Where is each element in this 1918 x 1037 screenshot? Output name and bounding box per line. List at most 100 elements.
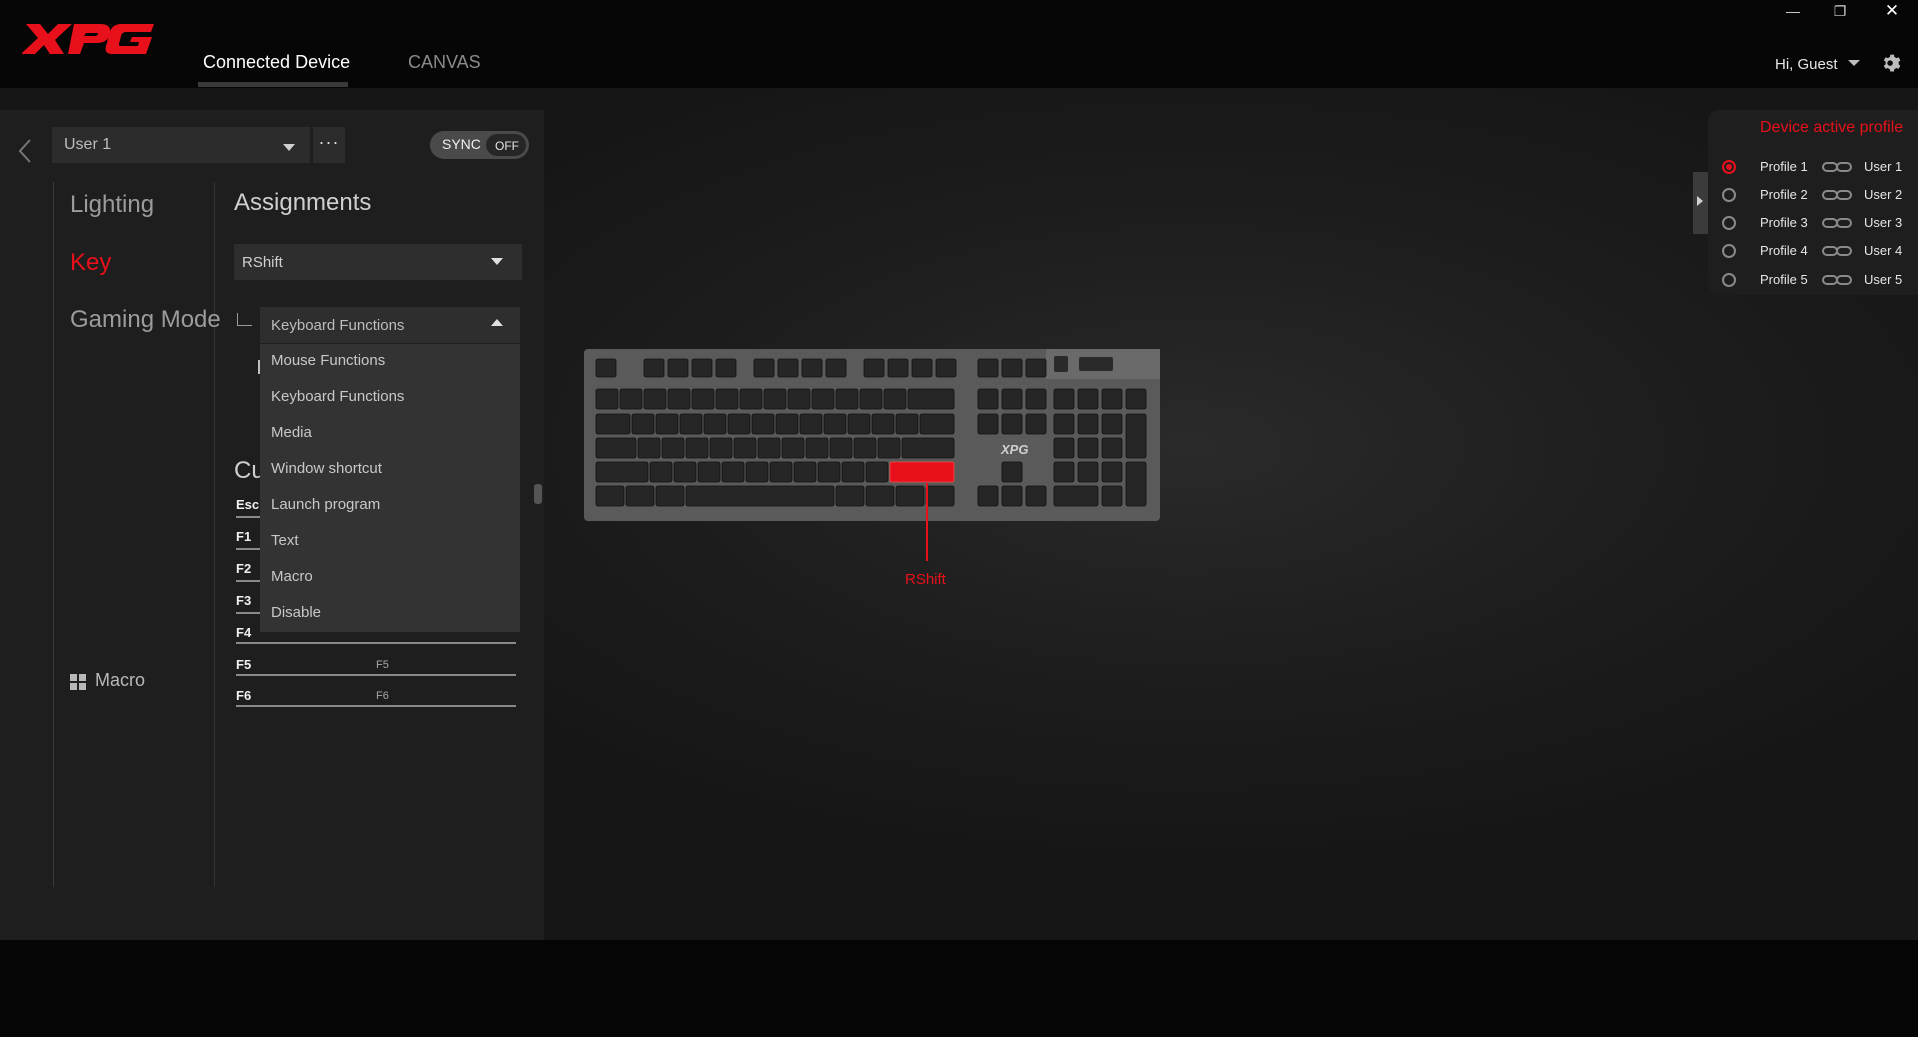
- keyboard-key[interactable]: [793, 461, 817, 483]
- profile-row[interactable]: Profile 2 User 2: [1720, 185, 1910, 205]
- menu-item-macro[interactable]: Macro: [271, 568, 313, 585]
- keyboard-key[interactable]: [777, 358, 799, 378]
- keyboard-key[interactable]: [835, 485, 865, 507]
- keyboard-key[interactable]: [1053, 461, 1075, 483]
- keyboard-key[interactable]: [631, 413, 655, 435]
- keyboard-key[interactable]: [1025, 413, 1047, 435]
- keyboard-key[interactable]: [1077, 413, 1099, 435]
- keyboard-key[interactable]: [769, 461, 793, 483]
- keyboard-key[interactable]: [1053, 388, 1075, 410]
- keyboard-key[interactable]: [619, 388, 643, 410]
- keyboard-key[interactable]: [853, 437, 877, 459]
- keyboard-key[interactable]: [595, 413, 631, 435]
- keyboard-key[interactable]: [673, 461, 697, 483]
- keyboard-key[interactable]: [745, 461, 769, 483]
- key-rshift-selected[interactable]: [889, 461, 955, 483]
- keyboard-key[interactable]: [679, 413, 703, 435]
- category-key[interactable]: Key: [70, 249, 111, 277]
- keyboard-key[interactable]: [595, 358, 617, 378]
- profile-row[interactable]: Profile 4 User 4: [1720, 241, 1910, 261]
- keyboard-key[interactable]: [865, 461, 889, 483]
- keyboard-key[interactable]: [781, 437, 805, 459]
- keyboard-key[interactable]: [817, 461, 841, 483]
- profile-row[interactable]: Profile 5 User 5: [1720, 270, 1910, 290]
- keyboard-key[interactable]: [1125, 413, 1147, 459]
- keyboard-key[interactable]: [1001, 388, 1023, 410]
- link-icon[interactable]: [1822, 188, 1852, 202]
- keyboard-key[interactable]: [1001, 358, 1023, 378]
- menu-item-mouse-functions[interactable]: Mouse Functions: [271, 352, 385, 369]
- keyboard-key[interactable]: [733, 437, 757, 459]
- keyboard-key[interactable]: [1077, 461, 1099, 483]
- keyboard-key[interactable]: [895, 413, 919, 435]
- keyboard-key[interactable]: [1101, 461, 1123, 483]
- keyboard-key[interactable]: [1101, 388, 1123, 410]
- radio-icon[interactable]: [1722, 273, 1736, 287]
- keyboard-key[interactable]: [901, 437, 955, 459]
- keyboard-key[interactable]: [595, 437, 637, 459]
- restore-icon[interactable]: ❐: [1822, 0, 1858, 22]
- profile-row[interactable]: Profile 3 User 3: [1720, 213, 1910, 233]
- keyboard-key[interactable]: [883, 388, 907, 410]
- tab-canvas[interactable]: CANVAS: [408, 52, 481, 73]
- mapping-row-key[interactable]: Esc: [236, 497, 259, 512]
- link-icon[interactable]: [1822, 216, 1852, 230]
- keyboard-key[interactable]: [709, 437, 733, 459]
- keyboard-key[interactable]: [685, 485, 835, 507]
- chevron-down-icon[interactable]: [1848, 60, 1860, 66]
- mapping-row-key[interactable]: F1: [236, 529, 251, 544]
- keyboard-key[interactable]: [977, 388, 999, 410]
- keyboard-key[interactable]: [1101, 485, 1123, 507]
- keyboard-key[interactable]: [871, 413, 895, 435]
- keyboard-key[interactable]: [697, 461, 721, 483]
- keyboard-key[interactable]: [637, 437, 661, 459]
- keyboard-key[interactable]: [919, 413, 955, 435]
- link-icon[interactable]: [1822, 273, 1852, 287]
- keyboard-key[interactable]: [667, 358, 689, 378]
- keyboard-key[interactable]: [799, 413, 823, 435]
- mapping-row-key[interactable]: F6: [236, 688, 251, 703]
- menu-item-launch-program[interactable]: Launch program: [271, 496, 380, 513]
- keyboard-key[interactable]: [595, 388, 619, 410]
- close-icon[interactable]: ✕: [1874, 0, 1910, 22]
- keyboard-key[interactable]: [877, 437, 901, 459]
- keyboard-key[interactable]: [1125, 388, 1147, 410]
- mapping-row-key[interactable]: F3: [236, 593, 251, 608]
- gear-icon[interactable]: [1880, 53, 1902, 75]
- keyboard-key[interactable]: [977, 358, 999, 378]
- keyboard-key[interactable]: [895, 485, 925, 507]
- keyboard-key[interactable]: [977, 485, 999, 507]
- keyboard-key[interactable]: [685, 437, 709, 459]
- keyboard-key[interactable]: [595, 461, 649, 483]
- keyboard-key[interactable]: [977, 413, 999, 435]
- keyboard-key[interactable]: [887, 358, 909, 378]
- keyboard-key[interactable]: [841, 461, 865, 483]
- mapping-row-key[interactable]: F2: [236, 561, 251, 576]
- keyboard-key[interactable]: [1125, 461, 1147, 507]
- mapping-row-key[interactable]: F5: [236, 657, 251, 672]
- keyboard-key[interactable]: [1025, 388, 1047, 410]
- keyboard-key[interactable]: [661, 437, 685, 459]
- keyboard-key[interactable]: [655, 485, 685, 507]
- keyboard-key[interactable]: [727, 413, 751, 435]
- keyboard-key[interactable]: [1053, 413, 1075, 435]
- keyboard-key[interactable]: [625, 485, 655, 507]
- keyboard-key[interactable]: [925, 485, 955, 507]
- keyboard-key[interactable]: [1053, 485, 1099, 507]
- keyboard-image[interactable]: XPG: [584, 349, 1160, 521]
- keyboard-key[interactable]: [757, 437, 781, 459]
- keyboard-key[interactable]: [1001, 461, 1023, 483]
- keyboard-key[interactable]: [865, 485, 895, 507]
- tab-connected-device[interactable]: Connected Device: [203, 52, 350, 73]
- menu-item-window-shortcut[interactable]: Window shortcut: [271, 460, 382, 477]
- keyboard-key[interactable]: [643, 358, 665, 378]
- keyboard-key[interactable]: [1001, 413, 1023, 435]
- scrollbar-thumb[interactable]: [534, 484, 542, 504]
- menu-item-disable[interactable]: Disable: [271, 604, 321, 621]
- keyboard-key[interactable]: [1077, 437, 1099, 459]
- menu-item-keyboard-functions[interactable]: Keyboard Functions: [271, 388, 404, 405]
- link-icon[interactable]: [1822, 244, 1852, 258]
- category-lighting[interactable]: Lighting: [70, 191, 154, 219]
- minimize-icon[interactable]: —: [1775, 0, 1811, 22]
- profile-row[interactable]: Profile 1 User 1: [1720, 157, 1910, 177]
